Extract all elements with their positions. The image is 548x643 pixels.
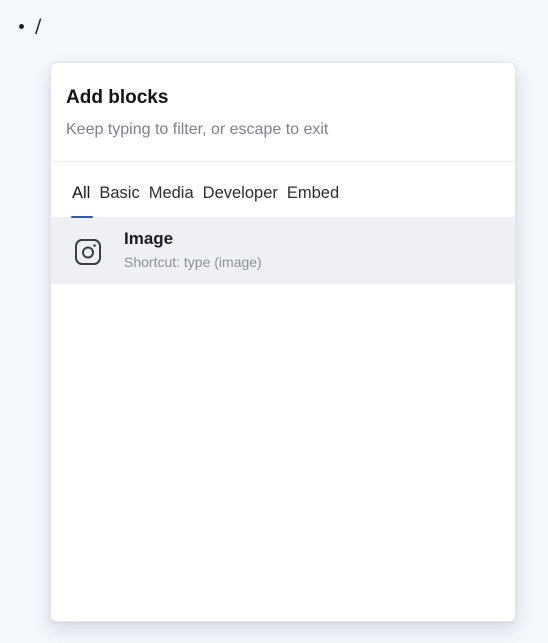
block-results-list: Image Shortcut: type (image) [51, 218, 515, 284]
bullet-point [19, 23, 24, 29]
block-category-tabs: All Basic Media Developer Embed [51, 162, 515, 218]
bullet-item-text[interactable]: / [35, 15, 41, 37]
menu-title: Add blocks [66, 87, 169, 108]
bullet-list-item[interactable]: / [19, 14, 41, 38]
tab-media[interactable]: Media [149, 183, 194, 217]
tab-embed[interactable]: Embed [287, 183, 339, 217]
block-option-shortcut: Shortcut: type (image) [124, 253, 262, 270]
menu-subtitle: Keep typing to filter, or escape to exit [66, 121, 329, 138]
block-option-title: Image [124, 228, 174, 248]
add-blocks-menu: Add blocks Keep typing to filter, or esc… [50, 62, 516, 622]
tab-basic[interactable]: Basic [99, 183, 139, 217]
image-icon [72, 236, 104, 268]
tab-all[interactable]: All [70, 183, 94, 218]
block-option-text: Image Shortcut: type (image) [124, 228, 262, 271]
block-option-image[interactable]: Image Shortcut: type (image) [51, 218, 515, 284]
tab-developer[interactable]: Developer [203, 183, 278, 217]
menu-header: Add blocks Keep typing to filter, or esc… [51, 63, 515, 162]
